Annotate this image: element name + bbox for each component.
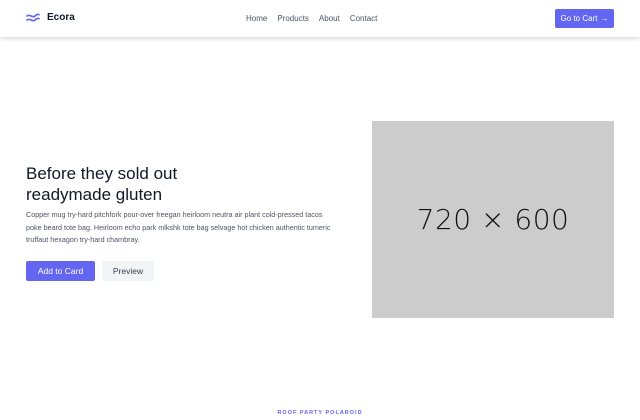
nav-products-link[interactable]: Products: [277, 13, 309, 25]
hero-title-line-2: readymade gluten: [26, 185, 163, 204]
hero-description: Copper mug try-hard pitchfork pour-over …: [26, 210, 331, 244]
hero-image-placeholder: 720 × 600: [372, 121, 614, 318]
hero-title: Before they sold out readymade gluten: [26, 163, 246, 205]
go-to-cart-label: Go to Cart: [560, 14, 598, 23]
arrow-right-icon: →: [600, 14, 609, 23]
logo-icon: [26, 13, 40, 22]
section-eyebrow: ROOF PARTY POLAROID: [277, 410, 363, 416]
brand[interactable]: Ecora: [25, 10, 75, 26]
placeholder-dimensions-label: 720 × 600: [416, 203, 570, 236]
brand-name: Ecora: [47, 12, 75, 23]
hero-title-line-1: Before they sold out: [26, 164, 178, 183]
go-to-cart-button[interactable]: Go to Cart →: [555, 9, 614, 28]
nav-contact-link[interactable]: Contact: [350, 13, 378, 25]
preview-button[interactable]: Preview: [102, 261, 154, 281]
add-to-card-button[interactable]: Add to Card: [26, 261, 95, 281]
navbar: Ecora Home Products About Contact Go to …: [0, 0, 640, 37]
nav-about-link[interactable]: About: [319, 13, 340, 25]
nav-links: Home Products About Contact: [246, 13, 377, 25]
nav-home-link[interactable]: Home: [246, 13, 267, 25]
